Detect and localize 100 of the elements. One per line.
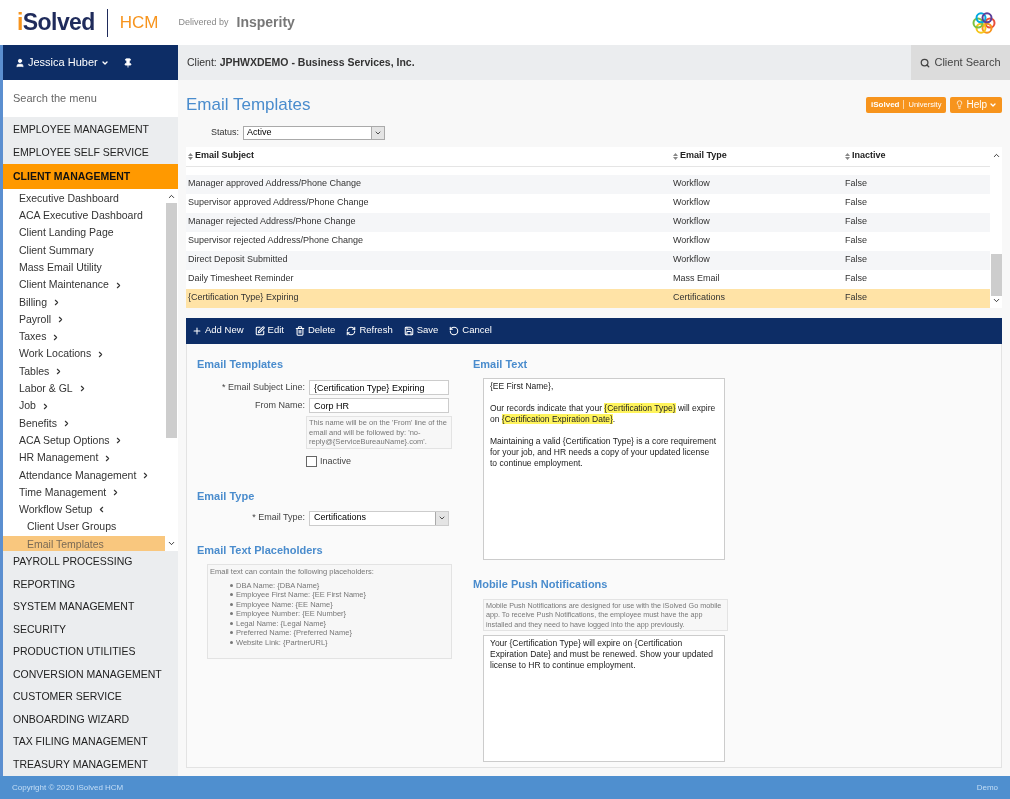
field-label: * Email Type: xyxy=(251,511,306,525)
menu-section[interactable]: EMPLOYEE MANAGEMENT xyxy=(3,119,178,142)
menu-section[interactable]: CONVERSION MANAGEMENT xyxy=(3,663,178,686)
pencil-icon xyxy=(254,325,265,336)
submenu-item[interactable]: Work Locations xyxy=(3,345,165,363)
sort-icon xyxy=(845,152,850,160)
section-title: Email Text xyxy=(473,356,529,372)
submenu-item[interactable]: Client Summary xyxy=(3,241,165,260)
table-cell-text: False xyxy=(844,272,868,286)
environment-label: Demo xyxy=(976,781,998,794)
product-name: HCM xyxy=(119,11,159,34)
menu-search-box[interactable]: Search the menu xyxy=(3,80,178,117)
submenu-item[interactable]: Benefits xyxy=(3,414,165,433)
toolbar-button[interactable]: Add New xyxy=(192,323,244,338)
table-cell-text: Workflow xyxy=(672,253,711,267)
table-cell-text: Workflow xyxy=(672,177,711,191)
submenu-item[interactable]: Payroll xyxy=(3,311,165,329)
submenu-item[interactable]: Time Management xyxy=(3,484,165,502)
client-search-button[interactable]: Client Search xyxy=(911,45,1010,80)
column-header[interactable]: Email Subject xyxy=(186,149,671,163)
menu-section[interactable]: EMPLOYEE SELF SERVICE xyxy=(3,141,178,164)
submenu-item[interactable]: Labor & GL xyxy=(3,380,165,398)
table-cell-text: Workflow xyxy=(672,196,711,210)
trash-icon xyxy=(294,325,305,336)
submenu-item[interactable]: HR Management xyxy=(3,449,165,467)
from-name-field[interactable]: Corp HR xyxy=(309,398,449,413)
submenu-item[interactable]: Client Maintenance xyxy=(3,276,165,294)
submenu-item[interactable]: ACA Executive Dashboard xyxy=(3,207,165,225)
table-cell-text: False xyxy=(844,291,868,305)
inactive-label: Inactive xyxy=(320,454,352,468)
ring-logo-icon xyxy=(972,10,996,35)
sort-icon xyxy=(673,152,678,160)
column-header[interactable]: Email Type xyxy=(671,149,843,163)
submenu-item[interactable]: Mass Email Utility xyxy=(3,259,165,277)
toolbar-button[interactable]: Edit xyxy=(254,323,284,338)
submenu-item[interactable]: Billing xyxy=(3,293,165,312)
toolbar-button[interactable]: Save xyxy=(403,323,439,338)
user-icon xyxy=(15,57,25,68)
scroll-down-icon[interactable] xyxy=(167,539,176,548)
menu-section[interactable]: TAX FILING MANAGEMENT xyxy=(3,731,178,754)
table-cell-text: False xyxy=(844,253,868,267)
submenu-item[interactable]: Client User Groups xyxy=(3,518,165,536)
caret-icon xyxy=(438,514,446,522)
table-cell-text: Supervisor approved Address/Phone Change xyxy=(187,196,370,210)
scrollbar-thumb[interactable] xyxy=(990,253,1002,296)
toolbar-button[interactable]: Refresh xyxy=(346,323,393,338)
submenu-item[interactable]: Job xyxy=(3,397,165,415)
section-title: Mobile Push Notifications xyxy=(473,577,609,592)
table-row[interactable]: Manager approved Address/Phone Change Workflow False xyxy=(186,174,990,194)
toolbar-button[interactable]: Cancel xyxy=(449,323,492,338)
subject-line-field[interactable]: {Certification Type} Expiring xyxy=(309,380,449,395)
field-label: From Name: xyxy=(254,398,306,412)
toolbar-button[interactable]: Delete xyxy=(294,323,336,338)
submenu-item[interactable]: Email Templates xyxy=(3,535,165,551)
submenu-item[interactable]: Tables xyxy=(3,362,165,381)
email-type-select[interactable]: Certifications xyxy=(309,510,449,526)
plus-icon xyxy=(192,325,202,336)
menu-section[interactable]: PRODUCTION UTILITIES xyxy=(3,641,178,664)
menu-section[interactable]: CUSTOMER SERVICE xyxy=(3,686,178,709)
table-cell-text: Supervisor rejected Address/Phone Change xyxy=(187,234,365,248)
submenu-item[interactable]: Client Landing Page xyxy=(3,224,165,242)
scroll-up-icon[interactable] xyxy=(167,192,176,201)
menu-section[interactable]: PAYROLL PROCESSING xyxy=(3,551,178,574)
section-title: Email Text Placeholders xyxy=(197,542,324,558)
push-message-area[interactable]: Your {Certification Type} will expire on {Certification Expiration Date} and must be renewed. Show your updated license to HR to continue employment. xyxy=(483,635,725,762)
menu-section[interactable]: REPORTING xyxy=(3,573,178,596)
status-select[interactable]: Active xyxy=(243,125,385,140)
menu-section[interactable]: TREASURY MANAGEMENT xyxy=(3,753,178,776)
menu-section[interactable]: SYSTEM MANAGEMENT xyxy=(3,596,178,619)
table-cell-text: False xyxy=(844,215,868,229)
table-cell-text: Certifications xyxy=(672,291,727,305)
section-title: Email Templates xyxy=(197,356,284,372)
partner-name: Insperity xyxy=(236,13,295,32)
menu-section[interactable]: CLIENT MANAGEMENT xyxy=(3,164,178,189)
table-cell-text: Daily Timesheet Reminder xyxy=(187,272,295,286)
column-header[interactable]: Inactive xyxy=(843,149,990,163)
email-text-area[interactable] xyxy=(483,378,725,560)
menu-section[interactable]: SECURITY xyxy=(3,618,178,641)
table-cell-text: Workflow xyxy=(672,215,711,229)
submenu-item[interactable]: ACA Setup Options xyxy=(3,432,165,450)
table-cell-text: Mass Email xyxy=(672,272,721,286)
undo-icon xyxy=(449,325,460,336)
submenu-item[interactable]: Attendance Management xyxy=(3,466,165,485)
table-cell-text: Manager rejected Address/Phone Change xyxy=(187,215,357,229)
table-cell-text: False xyxy=(844,177,868,191)
pin-icon[interactable] xyxy=(122,57,133,68)
lightbulb-icon xyxy=(955,100,965,110)
table-cell-text: False xyxy=(844,196,868,210)
menu-search-field[interactable]: Search the menu xyxy=(13,90,178,107)
client-name: Client: JPHWXDEMO - Business Services, Inc. xyxy=(186,54,415,70)
refresh-icon xyxy=(346,325,357,336)
field-label: * Email Subject Line: xyxy=(220,380,306,394)
email-paragraph: Maintaining a valid {Certification Type} is a core requirement for your job, and HR needs a copy of your updated license to continue employment. xyxy=(490,436,718,469)
menu-section[interactable]: ONBOARDING WIZARD xyxy=(3,708,178,731)
submenu-item[interactable]: Taxes xyxy=(3,328,165,346)
page-title: Email Templates xyxy=(186,94,311,116)
submenu-item[interactable]: Executive Dashboard xyxy=(3,190,165,208)
scrollbar-thumb[interactable] xyxy=(166,203,177,438)
submenu-item[interactable]: Workflow Setup xyxy=(3,501,165,519)
status-label: Status: xyxy=(211,125,239,139)
